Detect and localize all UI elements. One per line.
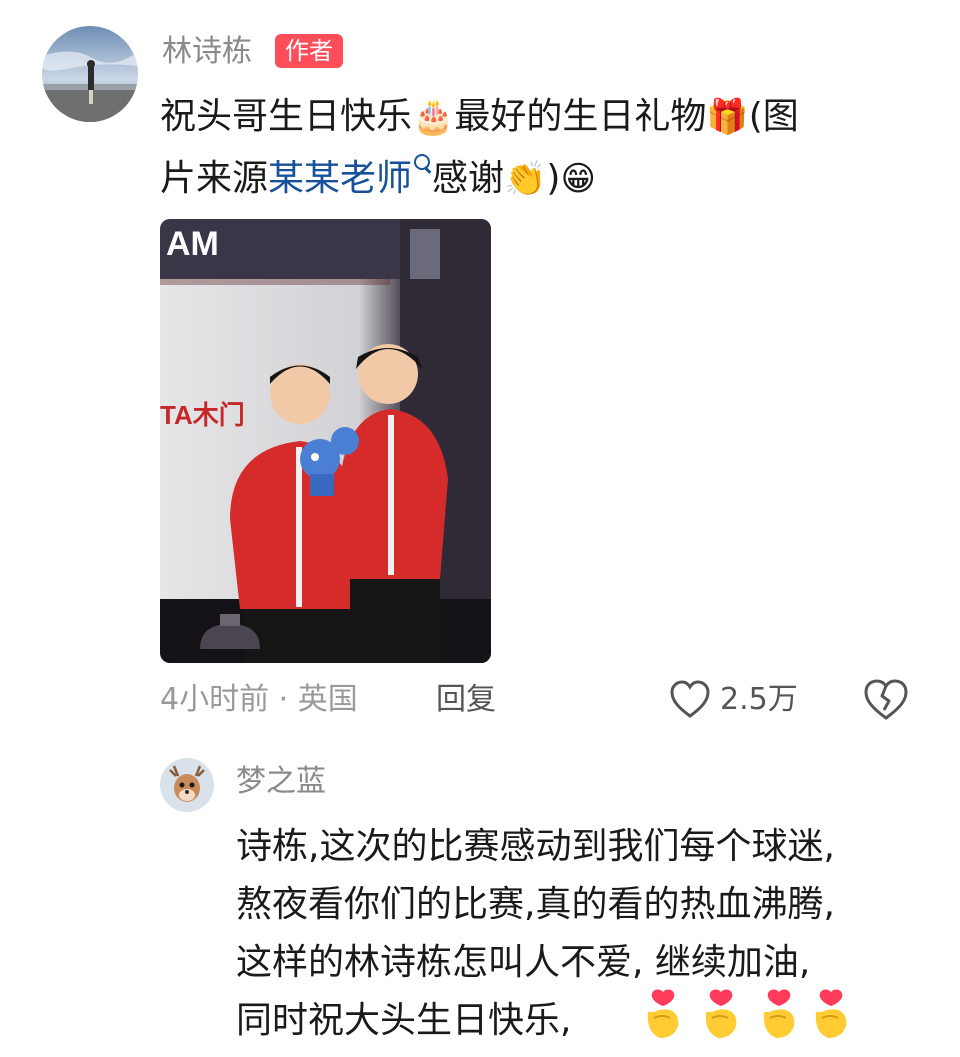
reply-line: 熬夜看你们的比赛,真的看的热血沸腾, [236,884,835,925]
search-icon[interactable] [412,152,432,176]
comment-text-part: 片来源 [160,158,269,199]
comment-text-part: 最好的生日礼物 [454,96,707,137]
author-name[interactable]: 林诗栋 [162,32,252,72]
comment-text-part: (图 [748,96,799,137]
heart-icon [670,680,710,718]
reply-button[interactable]: 回复 [436,680,496,720]
photo-two-players: AM TA木门 [160,219,491,663]
comment-text-part: 祝头哥生日快乐 [160,96,413,137]
broken-heart-icon [864,679,908,720]
gift-icon: 🎁 [706,97,749,137]
comment-text-part: ) [546,158,561,199]
cake-icon: 🎂 [412,97,455,137]
deer-avatar-icon [160,758,214,812]
comment-text-part: 感谢 [432,158,505,199]
heart-hands-icon [756,988,802,1040]
like-count: 2.5万 [720,682,798,717]
comment-photo[interactable]: AM TA木门 [160,219,491,663]
grinning-face-icon: 😁 [560,159,596,199]
heart-hands-icon [640,988,686,1040]
mention-link[interactable]: 某某老师 [268,158,412,199]
reply-line: 这样的林诗栋怎叫人不爱, 继续加油, [236,942,811,983]
heart-hands-icon [808,988,854,1040]
like-button[interactable]: 2.5万 [668,676,798,724]
reply-author-avatar[interactable] [160,758,214,812]
reply-author-name[interactable]: 梦之蓝 [236,762,326,802]
avatar-seaside-photo [42,26,138,122]
author-badge: 作者 [275,34,343,68]
comment-text: 祝头哥生日快乐🎂最好的生日礼物🎁(图 片来源某某老师 感谢👏)😁 [160,86,920,210]
heart-hands-icon [698,988,744,1040]
dislike-button[interactable] [862,676,910,724]
photo-top-text: AM [166,225,219,263]
comment-time-location: 4小时前 · 英国 [160,682,358,717]
clapping-hands-icon: 👏 [504,159,547,199]
reply-line: 诗栋,这次的比赛感动到我们每个球迷, [236,826,835,867]
author-avatar[interactable] [42,26,138,122]
photo-sign-text: TA木门 [160,400,245,430]
